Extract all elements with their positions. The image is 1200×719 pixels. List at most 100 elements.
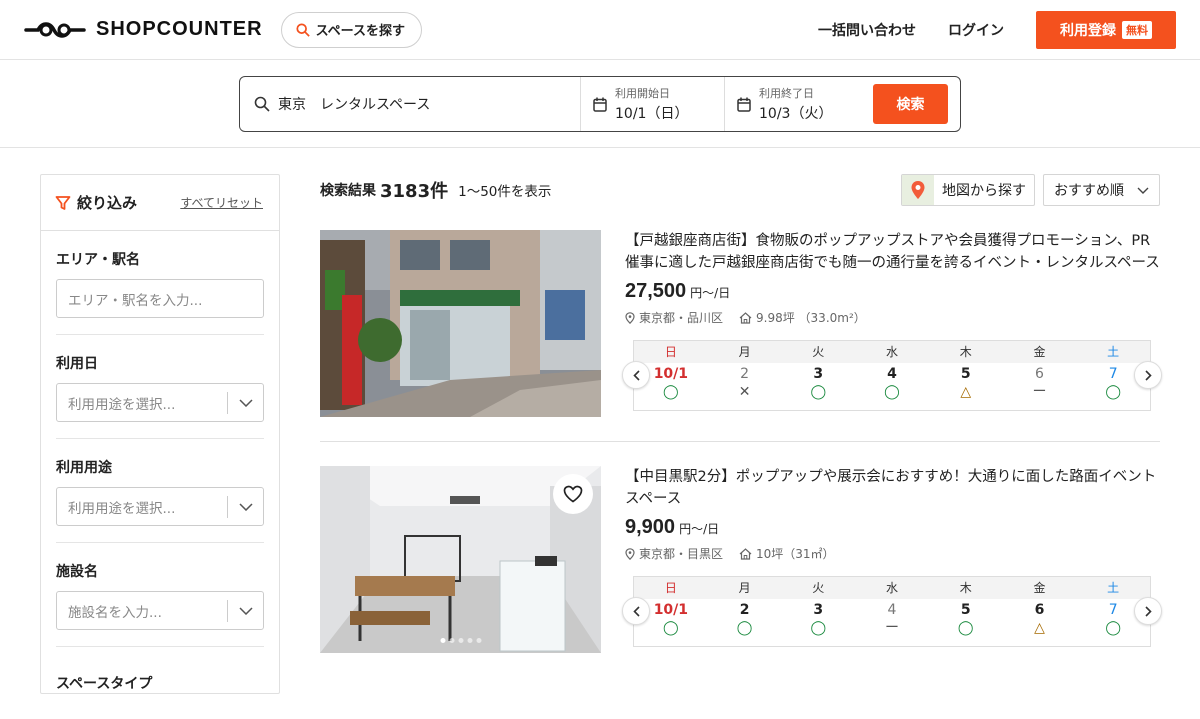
- area-input[interactable]: エリア・駅名を入力...: [56, 279, 264, 318]
- availability-calendar: 日 月 火 水 木 金 土 10/1 ◯ 2 ✕ 3 ◯ 4 ◯ 5 △ 6ー 7 ◯: [622, 340, 1162, 411]
- listing-title[interactable]: 【戸越銀座商店街】食物販のポップアップストアや会員獲得プロモーション、PR催事に…: [625, 230, 1160, 274]
- calendar-day[interactable]: 4ー: [855, 599, 929, 647]
- calendar-day[interactable]: 3 ◯: [781, 599, 855, 647]
- weekday-sat: 土: [1107, 345, 1120, 359]
- signup-label: 利用登録: [1060, 22, 1116, 39]
- calendar-day[interactable]: 4 ◯: [855, 363, 929, 411]
- purpose-label: 利用用途: [56, 460, 112, 476]
- logo-mark-icon: [24, 21, 86, 38]
- search-icon: [296, 22, 310, 37]
- listing-size: 9.98坪 （33.0m²）: [756, 311, 866, 325]
- weekday-wed: 水: [886, 345, 899, 359]
- calendar-day[interactable]: 2 ◯: [708, 599, 782, 647]
- weekday-mon: 月: [738, 345, 751, 359]
- search-query-value: 東京 レンタルスペース: [278, 97, 431, 113]
- listing-size: 10坪（31㎡）: [756, 547, 835, 561]
- search-query-input[interactable]: 東京 レンタルスペース: [240, 77, 581, 131]
- price-amount: 9,900: [625, 516, 676, 538]
- map-search-button[interactable]: 地図から探す: [901, 174, 1035, 206]
- calendar-prev-button[interactable]: [622, 597, 650, 625]
- listing-photo[interactable]: [320, 230, 601, 417]
- search-section: 東京 レンタルスペース 利用開始日 10/1（日） 利用終了日 10/3（火） …: [0, 60, 1200, 148]
- heart-icon: [563, 485, 583, 503]
- location-pin-icon: [625, 311, 635, 324]
- listing-price: 27,500 円〜/日: [625, 280, 1160, 303]
- results-panel: 検索結果 3183件 1〜50件を表示 地図から探す おすすめ順 【戸越銀座商店…: [320, 174, 1162, 677]
- listing-card[interactable]: 【戸越銀座商店街】食物販のポップアップストアや会員獲得プロモーション、PR催事に…: [320, 206, 1162, 442]
- chevron-left-icon: [632, 369, 640, 381]
- chevron-down-icon: [227, 600, 263, 622]
- weekday-sun: 日: [664, 345, 677, 359]
- status-available: ◯: [1105, 384, 1121, 400]
- day-number: 5: [960, 366, 971, 382]
- login-link[interactable]: ログイン: [948, 20, 1004, 40]
- availability-calendar: 日 月 火 水 木 金 土 10/1 ◯ 2 ◯ 3 ◯ 4ー 5 ◯ 6 △ 7 ◯: [622, 576, 1162, 647]
- listing-price: 9,900 円〜/日: [625, 516, 1160, 539]
- day-number: 6: [1034, 602, 1045, 618]
- purpose-select[interactable]: 利用用途を選択...: [56, 487, 264, 526]
- location-pin-icon: [625, 547, 635, 560]
- calendar-prev-button[interactable]: [622, 361, 650, 389]
- status-available: ◯: [736, 620, 753, 636]
- facility-select[interactable]: 施設名を入力...: [56, 591, 264, 630]
- listing-meta: 東京都・品川区 9.98坪 （33.0m²）: [625, 309, 1160, 326]
- date-label: 利用日: [56, 356, 98, 372]
- map-search-label: 地図から探す: [942, 183, 1026, 199]
- status-none: ー: [885, 620, 900, 636]
- price-unit: 円〜/日: [679, 522, 720, 536]
- listing-meta: 東京都・目黒区 10坪（31㎡）: [625, 545, 1160, 562]
- start-date-value: 10/1（日）: [615, 106, 689, 122]
- search-bar: 東京 レンタルスペース 利用開始日 10/1（日） 利用終了日 10/3（火） …: [239, 76, 961, 132]
- sort-value: おすすめ順: [1054, 183, 1124, 199]
- area-label: エリア・駅名: [56, 252, 140, 268]
- status-available: ◯: [1105, 620, 1121, 636]
- favorite-button[interactable]: [553, 474, 593, 514]
- calendar-day[interactable]: 6ー: [1003, 363, 1077, 411]
- calendar-day[interactable]: 2 ✕: [708, 363, 782, 411]
- calendar-day[interactable]: 3 ◯: [781, 363, 855, 411]
- start-date-field[interactable]: 利用開始日 10/1（日）: [581, 77, 725, 131]
- signup-button[interactable]: 利用登録 無料: [1036, 10, 1176, 49]
- status-available: ◯: [810, 620, 827, 636]
- day-number: 3: [813, 602, 824, 618]
- day-number: 6: [1034, 366, 1044, 382]
- filter-sidebar: 絞り込み すべてリセット エリア・駅名 エリア・駅名を入力... 利用日 利用用…: [40, 174, 280, 694]
- day-number: 2: [740, 366, 750, 382]
- end-date-label: 利用終了日: [759, 87, 814, 100]
- bulk-inquiry-link[interactable]: 一括問い合わせ: [818, 20, 916, 40]
- status-available: ◯: [810, 384, 827, 400]
- listing-title[interactable]: 【中目黒駅2分】ポップアップや展示会におすすめ！大通りに面した路面イベントスペー…: [625, 466, 1160, 510]
- status-limited: △: [1034, 620, 1045, 636]
- listing-photo[interactable]: [320, 466, 601, 653]
- calendar-day[interactable]: 6 △: [1003, 599, 1077, 647]
- free-badge: 無料: [1122, 20, 1152, 39]
- calendar-next-button[interactable]: [1134, 361, 1162, 389]
- calendar-icon: [737, 97, 751, 112]
- sort-select[interactable]: おすすめ順: [1043, 174, 1160, 206]
- carousel-dots[interactable]: [440, 638, 481, 643]
- filter-icon: [55, 195, 71, 210]
- reset-all-link[interactable]: すべてリセット: [180, 194, 263, 211]
- calendar-next-button[interactable]: [1134, 597, 1162, 625]
- listing-card[interactable]: 【中目黒駅2分】ポップアップや展示会におすすめ！大通りに面した路面イベントスペー…: [320, 442, 1162, 677]
- search-button[interactable]: 検索: [873, 84, 948, 124]
- house-icon: [739, 547, 752, 560]
- start-date-label: 利用開始日: [615, 87, 670, 100]
- facility-placeholder: 施設名を入力...: [68, 604, 162, 621]
- calendar-day[interactable]: 5 ◯: [929, 599, 1003, 647]
- filter-title: 絞り込み: [77, 194, 138, 212]
- weekday-sat: 土: [1107, 581, 1120, 595]
- filter-header: 絞り込み すべてリセット: [41, 175, 279, 231]
- chevron-down-icon: [227, 496, 263, 518]
- date-select[interactable]: 利用用途を選択...: [56, 383, 264, 422]
- find-space-button[interactable]: スペースを探す: [280, 11, 423, 48]
- map-pin-icon: [902, 175, 934, 205]
- day-number: 7: [1108, 366, 1118, 382]
- listing-info: 【戸越銀座商店街】食物販のポップアップストアや会員獲得プロモーション、PR催事に…: [622, 230, 1162, 417]
- house-icon: [739, 311, 752, 324]
- logo[interactable]: SHOPCOUNTER: [24, 18, 263, 41]
- space-type-filter: スペースタイプ: [56, 647, 264, 719]
- area-filter: エリア・駅名 エリア・駅名を入力...: [56, 231, 264, 335]
- calendar-day[interactable]: 5 △: [929, 363, 1003, 411]
- end-date-field[interactable]: 利用終了日 10/3（火）: [725, 77, 869, 131]
